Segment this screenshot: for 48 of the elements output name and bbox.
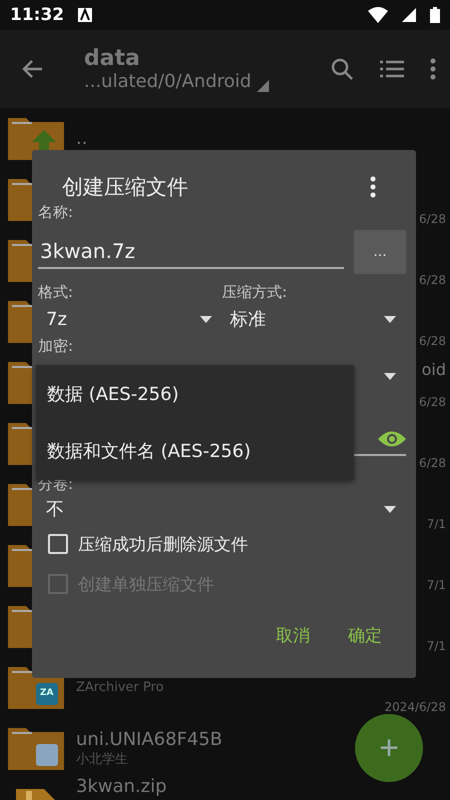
file-date: 7/1 — [426, 639, 446, 653]
menu-item[interactable]: 数据和文件名 (AES-256) — [36, 422, 354, 480]
dropdown-arrow-icon[interactable] — [200, 316, 212, 322]
list-view-button[interactable] — [380, 59, 404, 79]
eye-icon[interactable] — [378, 430, 406, 448]
file-description: 小北学生 — [76, 751, 128, 768]
search-button[interactable] — [330, 57, 354, 81]
browse-button[interactable]: ... — [354, 230, 406, 274]
name-field[interactable]: 3kwan.7z — [38, 235, 344, 269]
split-dropdown[interactable]: 不 — [38, 494, 406, 524]
file-name: uni.UNIA68F45B — [76, 729, 222, 750]
folder-path: ...ulated/0/Android — [84, 71, 252, 92]
app-icon-label: ZA — [40, 688, 54, 698]
name-label: 名称: — [38, 202, 74, 222]
file-description: ZArchiver Pro — [76, 680, 164, 695]
signal-icon — [402, 8, 416, 22]
format-label: 格式: — [38, 282, 74, 302]
battery-icon — [430, 7, 440, 23]
file-date: 6/28 — [419, 334, 446, 348]
dialog-title: 创建压缩文件 — [62, 174, 188, 201]
file-date: 6/28 — [419, 273, 446, 287]
encryption-label: 加密: — [38, 336, 74, 356]
file-date: 2024/6/28 — [384, 700, 446, 714]
dropdown-triangle-icon[interactable] — [257, 80, 270, 92]
file-date: 6/28 — [419, 212, 446, 226]
method-dropdown[interactable]: 标准 — [222, 302, 406, 336]
file-name: 3kwan.zip — [76, 776, 167, 797]
notification-icon — [78, 8, 92, 22]
wifi-icon — [368, 7, 388, 23]
dialog-button[interactable]: 取消 — [272, 620, 314, 651]
dropdown-arrow-icon[interactable] — [384, 316, 396, 322]
checkbox-label: 压缩成功后删除源文件 — [78, 534, 248, 556]
file-name: .. — [76, 128, 88, 149]
dialog-button[interactable]: 确定 — [344, 620, 386, 651]
file-name: oid — [422, 360, 446, 379]
more-icon[interactable] — [370, 176, 376, 198]
file-date: 7/1 — [426, 578, 446, 592]
dropdown-arrow-icon[interactable] — [384, 506, 396, 512]
file-date: 7/1 — [426, 517, 446, 531]
menu-item[interactable]: 数据 (AES-256) — [36, 365, 354, 422]
method-label: 压缩方式: — [222, 282, 288, 302]
format-dropdown[interactable]: 7z — [38, 302, 222, 336]
clock: 11:32 — [10, 5, 64, 25]
file-date: 6/28 — [419, 456, 446, 470]
file-date: 6/28 — [419, 395, 446, 409]
more-button[interactable] — [430, 58, 436, 80]
folder-title: data — [84, 46, 141, 71]
dropdown-arrow-icon[interactable] — [384, 372, 396, 380]
